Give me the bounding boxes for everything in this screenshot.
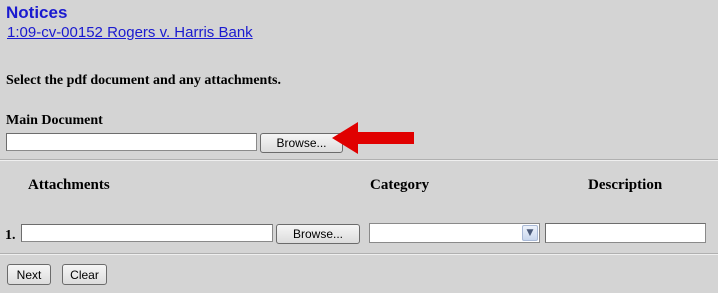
page-title: Notices xyxy=(6,3,68,22)
description-column-header: Description xyxy=(588,177,663,193)
description-input[interactable] xyxy=(545,223,706,243)
category-column-header: Category xyxy=(370,177,430,193)
attachment-row-number: 1. xyxy=(5,228,16,243)
attachment-browse-button[interactable]: Browse... xyxy=(276,224,360,244)
main-document-label: Main Document xyxy=(6,113,103,128)
clear-button[interactable]: Clear xyxy=(62,264,107,285)
main-document-file-input[interactable] xyxy=(6,133,257,151)
instructions-text: Select the pdf document and any attachme… xyxy=(6,73,281,88)
attachment-file-input[interactable] xyxy=(21,224,273,242)
case-link[interactable]: 1:09-cv-00152 Rogers v. Harris Bank xyxy=(7,24,253,41)
next-button[interactable]: Next xyxy=(7,264,51,285)
category-select[interactable]: ▼ xyxy=(369,223,540,243)
attachments-column-header: Attachments xyxy=(28,177,110,193)
red-arrow-annotation-icon xyxy=(332,122,414,154)
section-divider xyxy=(0,159,718,161)
actions-divider xyxy=(0,253,718,255)
chevron-down-icon[interactable]: ▼ xyxy=(522,225,538,241)
